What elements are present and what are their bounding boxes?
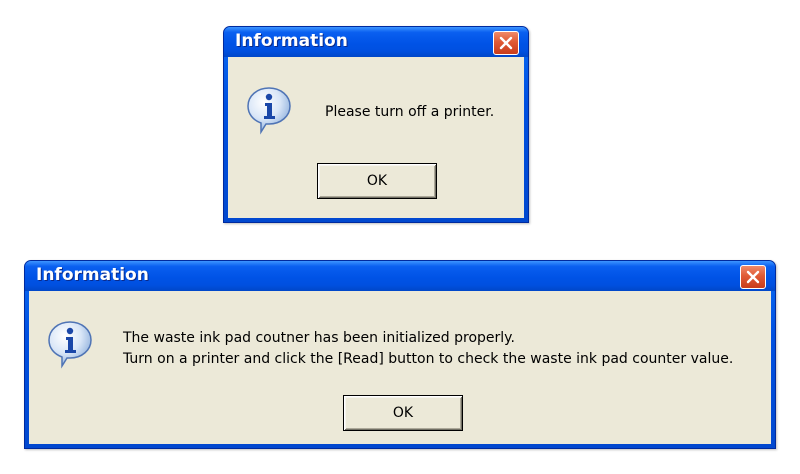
info-icon	[46, 319, 94, 373]
dialog-message: Please turn off a printer.	[325, 102, 494, 123]
dialog-title: Information	[36, 265, 149, 285]
dialog-body: The waste ink pad coutner has been initi…	[29, 291, 771, 444]
title-bar[interactable]: Information	[224, 27, 528, 57]
close-icon	[746, 270, 760, 284]
title-bar[interactable]: Information	[25, 261, 775, 291]
message-line: Please turn off a printer.	[325, 104, 495, 120]
info-dialog-waste-ink-pad: Information The waste ink pad coutner ha…	[24, 260, 776, 449]
message-line: The waste ink pad coutner has been initi…	[123, 330, 515, 346]
dialog-message: The waste ink pad coutner has been initi…	[123, 328, 733, 370]
info-dialog-turn-off-printer: Information Please turn off a printer. O…	[223, 26, 529, 223]
message-line: Turn on a printer and click the [Read] b…	[123, 351, 734, 367]
ok-button[interactable]: OK	[317, 163, 437, 199]
close-icon	[499, 36, 513, 50]
ok-button[interactable]: OK	[343, 395, 463, 431]
dialog-title: Information	[235, 31, 348, 51]
dialog-body: Please turn off a printer. OK	[228, 57, 524, 218]
close-button[interactable]	[493, 31, 519, 55]
close-button[interactable]	[740, 265, 766, 289]
info-icon	[245, 85, 293, 139]
